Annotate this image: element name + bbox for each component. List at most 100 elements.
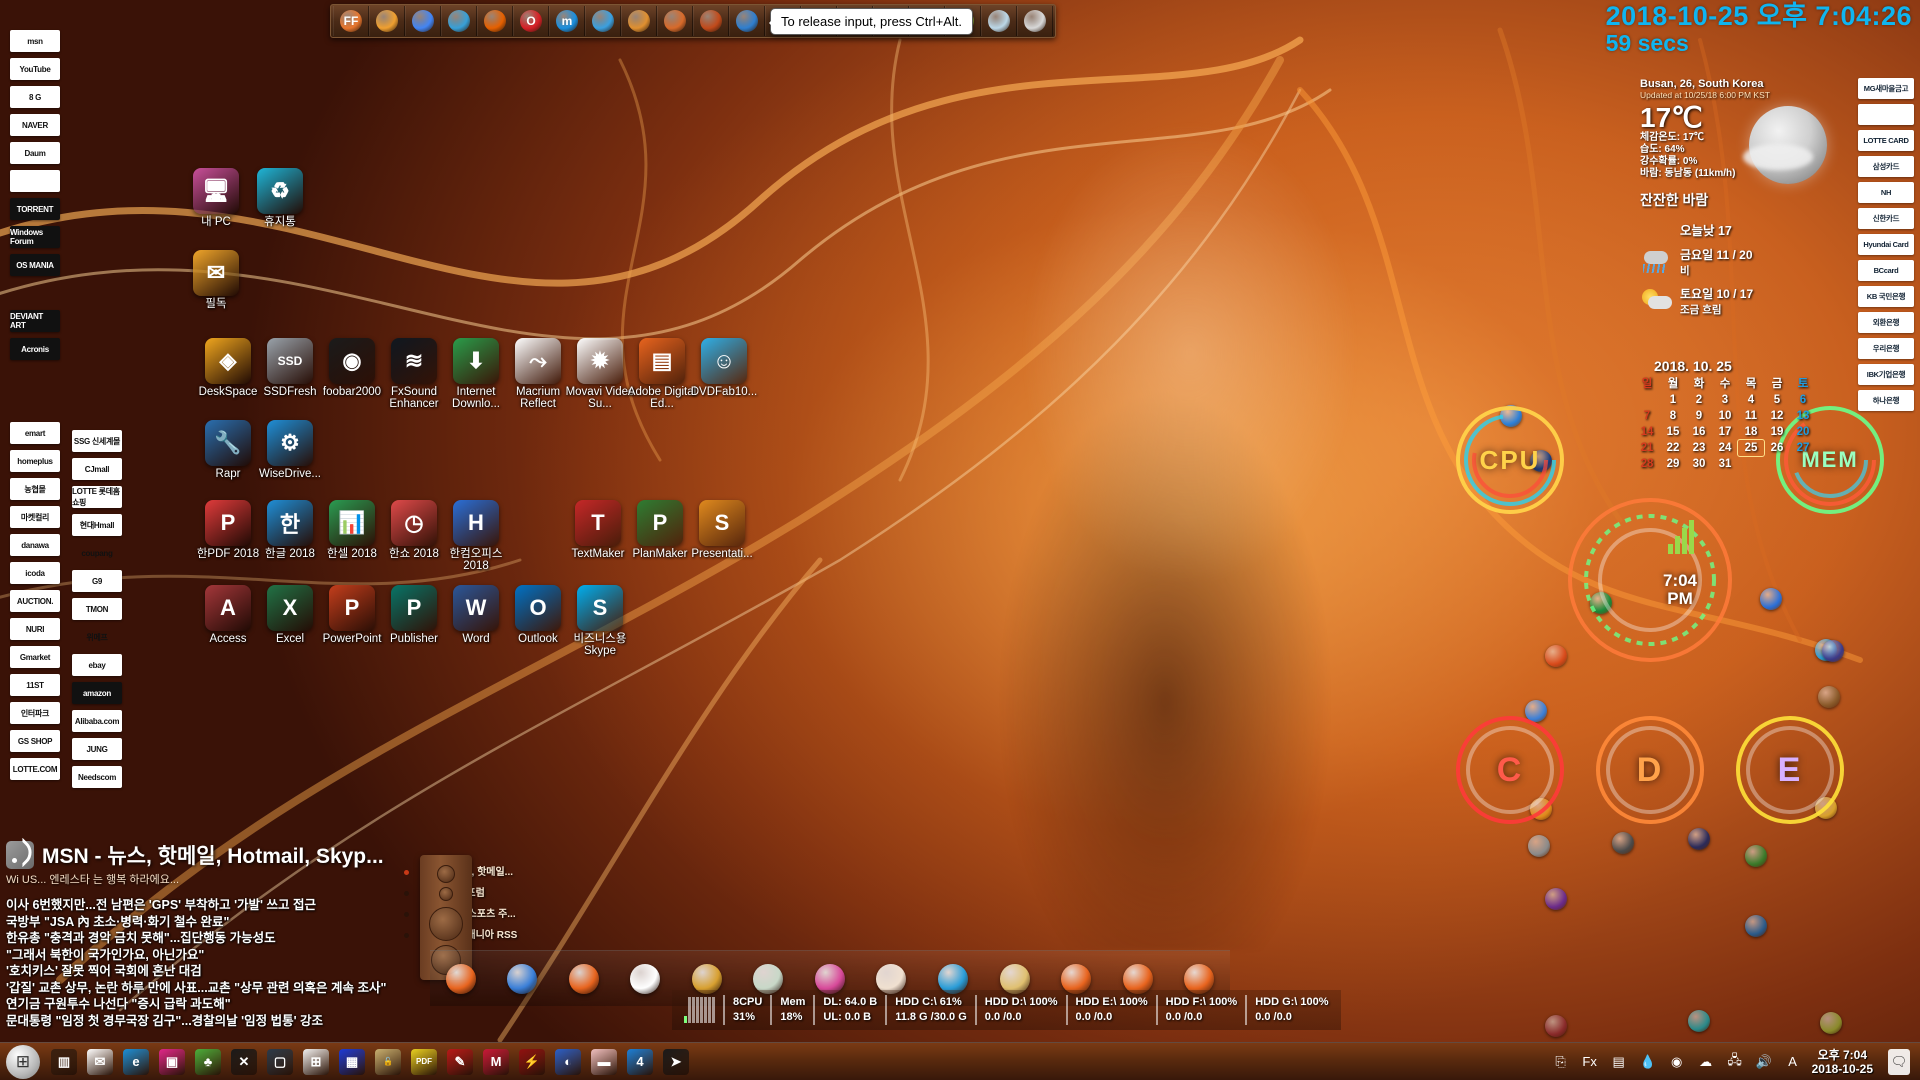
hdd-e-line: HDD E:\ 100% xyxy=(1075,996,1148,1008)
start-button[interactable]: ⊞ xyxy=(6,1044,40,1079)
desktop-icon-skype-for-business[interactable]: S 비즈니스용 Skype xyxy=(562,585,638,657)
dock-firefox-2-icon[interactable] xyxy=(507,963,538,994)
news-headline[interactable]: "그래서 북한이 국가인가요, 아닌가요" xyxy=(6,947,411,964)
bookmark-lotte-card[interactable]: LOTTE CARD xyxy=(1858,130,1914,151)
calendar-header: 화 xyxy=(1693,378,1705,390)
news-headline[interactable]: '갑질' 교촌 상무, 논란 하루 만에 사표...교촌 "상무 관련 의혹은 … xyxy=(6,980,411,997)
desktop-icon-mail-butterfly[interactable]: ✉ 필독 xyxy=(178,250,254,310)
taskbar-comodo-icon[interactable]: ◐ xyxy=(555,1048,581,1075)
taskbar-red-tool-icon[interactable]: ✎ xyxy=(447,1048,473,1075)
dock-firefox-1-icon[interactable] xyxy=(445,963,476,994)
bookmark-kb-kookmin-bank[interactable]: KB 국민은행 xyxy=(1858,286,1914,307)
analog-clock-time: 7:04 xyxy=(1662,571,1698,590)
bookmark-alibaba[interactable]: Alibaba.com xyxy=(72,710,122,732)
toolbar-adblock[interactable] xyxy=(1017,6,1053,36)
taskbar-eraser-icon[interactable]: ▬ xyxy=(591,1048,617,1075)
dock-ie-icon[interactable] xyxy=(938,963,969,994)
news-headline[interactable]: 문대통령 "임정 첫 경무국장 김구"...경찰의날 '임정 법통' 강조 xyxy=(6,1013,411,1030)
bookmark-samsung-card[interactable]: 삼성카드 xyxy=(1858,156,1914,177)
dock-firefox-5-icon[interactable] xyxy=(1122,963,1153,994)
news-headline[interactable]: 연기금 구원투수 나선다 "증시 급락 과도해" xyxy=(6,996,411,1013)
taskbar-pinned-items[interactable]: ▥ ✉ e ▣ ♣ ✕ ▢ ⊞ ▦ 🔓 PDF ✎ M ⚡ ◐ ▬ 4 ➤ xyxy=(46,1048,694,1075)
tray-usb-safely-remove[interactable]: ⎘ xyxy=(1551,1052,1571,1072)
bookmark-interpark[interactable]: 인터파크 xyxy=(10,702,60,724)
taskbar-cursor-icon[interactable]: ➤ xyxy=(663,1048,689,1075)
tray-icons[interactable]: ⎘ Fx ▤ 💧 ◉ ☁ 🖧 🔊 A xyxy=(1551,1052,1803,1072)
dock-palemoon-icon[interactable] xyxy=(753,963,784,994)
desktop-icons[interactable]: 🖥 내 PC ♻ 휴지통 ✉ 필독 ◈ DeskSpace SSD SSDFresh ◉ foobar… xyxy=(0,0,900,700)
taskbar[interactable]: ⊞ ▥ ✉ e ▣ ♣ ✕ ▢ ⊞ ▦ 🔓 PDF ✎ M ⚡ ◐ ▬ 4 ➤ ⎘ Fx ▤ 💧 ◉ ☁ 🖧 🔊 A 오후 7:0… xyxy=(0,1042,1920,1080)
news-headline[interactable]: 국방부 "JSA 內 초소·병력·화기 철수 완료" xyxy=(6,914,411,931)
taskbar-calculator-icon[interactable]: ⊞ xyxy=(303,1048,329,1075)
bookmark-column-banks[interactable]: MG새마을금고 LOTTE CARD 삼성카드 NH 신한카드 Hyundai Card B… xyxy=(1858,78,1914,411)
bookmark-ibk-industrial-bank[interactable]: IBK기업은행 xyxy=(1858,364,1914,385)
dock-refresh-icon[interactable] xyxy=(630,963,661,994)
bookmark-shinhan-card[interactable]: 신한카드 xyxy=(1858,208,1914,229)
desktop-icon-recycle-bin[interactable]: ♻ 휴지통 xyxy=(242,168,318,228)
calendar-header: 수 xyxy=(1719,378,1731,390)
bookmark-lotte-com[interactable]: LOTTE.COM xyxy=(10,758,60,780)
bookmark-hyundai-card[interactable]: Hyundai Card xyxy=(1858,234,1914,255)
bookmark-jung[interactable]: JUNG xyxy=(72,738,122,760)
bookmark-woori-bank[interactable]: 우리은행 xyxy=(1858,338,1914,359)
shortcut-app6-icon[interactable] xyxy=(1745,915,1767,937)
dock-cream-icon[interactable] xyxy=(876,963,907,994)
bookmark-mg-saemaul-geumgo[interactable]: MG새마을금고 xyxy=(1858,78,1914,99)
shortcut-app7-icon[interactable] xyxy=(1545,1015,1567,1037)
news-headline[interactable]: 이사 6번했지만...전 남편은 'GPS' 부착하고 '가발' 쓰고 접근 xyxy=(6,897,411,914)
rss-headline-list[interactable]: 이사 6번했지만...전 남편은 'GPS' 부착하고 '가발' 쓰고 접근 국방… xyxy=(6,897,411,1029)
taskbar-pink-app-icon[interactable]: ▣ xyxy=(159,1048,185,1075)
tray-ime[interactable]: A xyxy=(1783,1052,1803,1072)
tray-water-drop[interactable]: 💧 xyxy=(1638,1052,1658,1072)
taskbar-pdf-icon[interactable]: PDF xyxy=(411,1048,437,1075)
desktop-icon-hancom-office-2018[interactable]: H 한컴오피스 2018 xyxy=(438,500,514,572)
rss-icon xyxy=(6,841,34,869)
tray-volume[interactable]: 🔊 xyxy=(1754,1052,1774,1072)
bookmark-bc-card[interactable]: BCcard xyxy=(1858,260,1914,281)
taskbar-notes-icon[interactable]: ▢ xyxy=(267,1048,293,1075)
bookmark-gs-shop[interactable]: GS SHOP xyxy=(10,730,60,752)
bookmark-nh-card[interactable]: NH xyxy=(1858,182,1914,203)
taskbar-4k-icon[interactable]: 4 xyxy=(627,1048,653,1075)
dock-firefox-6-icon[interactable] xyxy=(1184,963,1215,994)
tray-fxsound[interactable]: Fx xyxy=(1580,1052,1600,1072)
dock-firefox-4-icon[interactable] xyxy=(1061,963,1092,994)
taskbar-explorer-columns-icon[interactable]: ▥ xyxy=(51,1048,77,1075)
taskbar-winrar-icon[interactable]: ▦ xyxy=(339,1048,365,1075)
tray-message[interactable]: ▤ xyxy=(1609,1052,1629,1072)
taskbar-clock[interactable]: 오후 7:04 2018-10-25 xyxy=(1812,1048,1873,1076)
cpu-core-bars xyxy=(676,997,723,1023)
desktop-icon-dvdfab10[interactable]: ☺ DVDFab10... xyxy=(686,338,762,398)
dock-firefox-3-icon[interactable] xyxy=(568,963,599,994)
system-tray[interactable]: ⎘ Fx ▤ 💧 ◉ ☁ 🖧 🔊 A 오후 7:04 2018-10-25 🗨 xyxy=(1551,1048,1920,1076)
taskbar-mail-icon[interactable]: ✉ xyxy=(87,1048,113,1075)
taskbar-xnview-icon[interactable]: ✕ xyxy=(231,1048,257,1075)
taskbar-internet-explorer-icon[interactable]: e xyxy=(123,1048,149,1075)
bookmark-hana-bank[interactable]: 하나은행 xyxy=(1858,390,1914,411)
tray-cloud[interactable]: ☁ xyxy=(1696,1052,1716,1072)
action-center-button[interactable]: 🗨 xyxy=(1888,1048,1910,1075)
dock-monkey-icon[interactable] xyxy=(999,963,1030,994)
news-headline[interactable]: '호치키스' 잘못 찍어 국회에 혼난 대검 xyxy=(6,963,411,980)
calendar-day: 14 xyxy=(1640,426,1654,438)
shortcut-app9-icon[interactable] xyxy=(1820,1012,1842,1034)
shortcut-app8-icon[interactable] xyxy=(1688,1010,1710,1032)
bookmark-keb-hana[interactable]: 외환은행 xyxy=(1858,312,1914,333)
tray-network[interactable]: 🖧 xyxy=(1725,1052,1745,1072)
taskbar-flash-icon[interactable]: ⚡ xyxy=(519,1048,545,1075)
bookmark-card-gold[interactable] xyxy=(1858,104,1914,125)
dock-seamonkey-icon[interactable] xyxy=(691,963,722,994)
rss-news-title[interactable]: MSN - 뉴스, 핫메일, Hotmail, Skyp... xyxy=(42,840,384,870)
taskbar-macrium-icon[interactable]: M xyxy=(483,1048,509,1075)
bookmark-needscom[interactable]: Needscom xyxy=(72,766,122,788)
tray-idm[interactable]: ◉ xyxy=(1667,1052,1687,1072)
desktop-icon-wisedrive[interactable]: ⚙ WiseDrive... xyxy=(252,420,328,480)
taskbar-clover-icon[interactable]: ♣ xyxy=(195,1048,221,1075)
desktop-icon-presentations[interactable]: S Presentati... xyxy=(684,500,760,560)
toolbar-water-drop[interactable] xyxy=(981,6,1017,36)
taskbar-unlocker-icon[interactable]: 🔓 xyxy=(375,1048,401,1075)
dock-colorful-icon[interactable] xyxy=(814,963,845,994)
news-headline[interactable]: 한유총 "충격과 경악 금치 못해"...집단행동 가능성도 xyxy=(6,930,411,947)
desktop-icon-label: Presentati... xyxy=(691,548,753,560)
hdd-c-line: HDD C:\ 61% xyxy=(895,996,962,1008)
